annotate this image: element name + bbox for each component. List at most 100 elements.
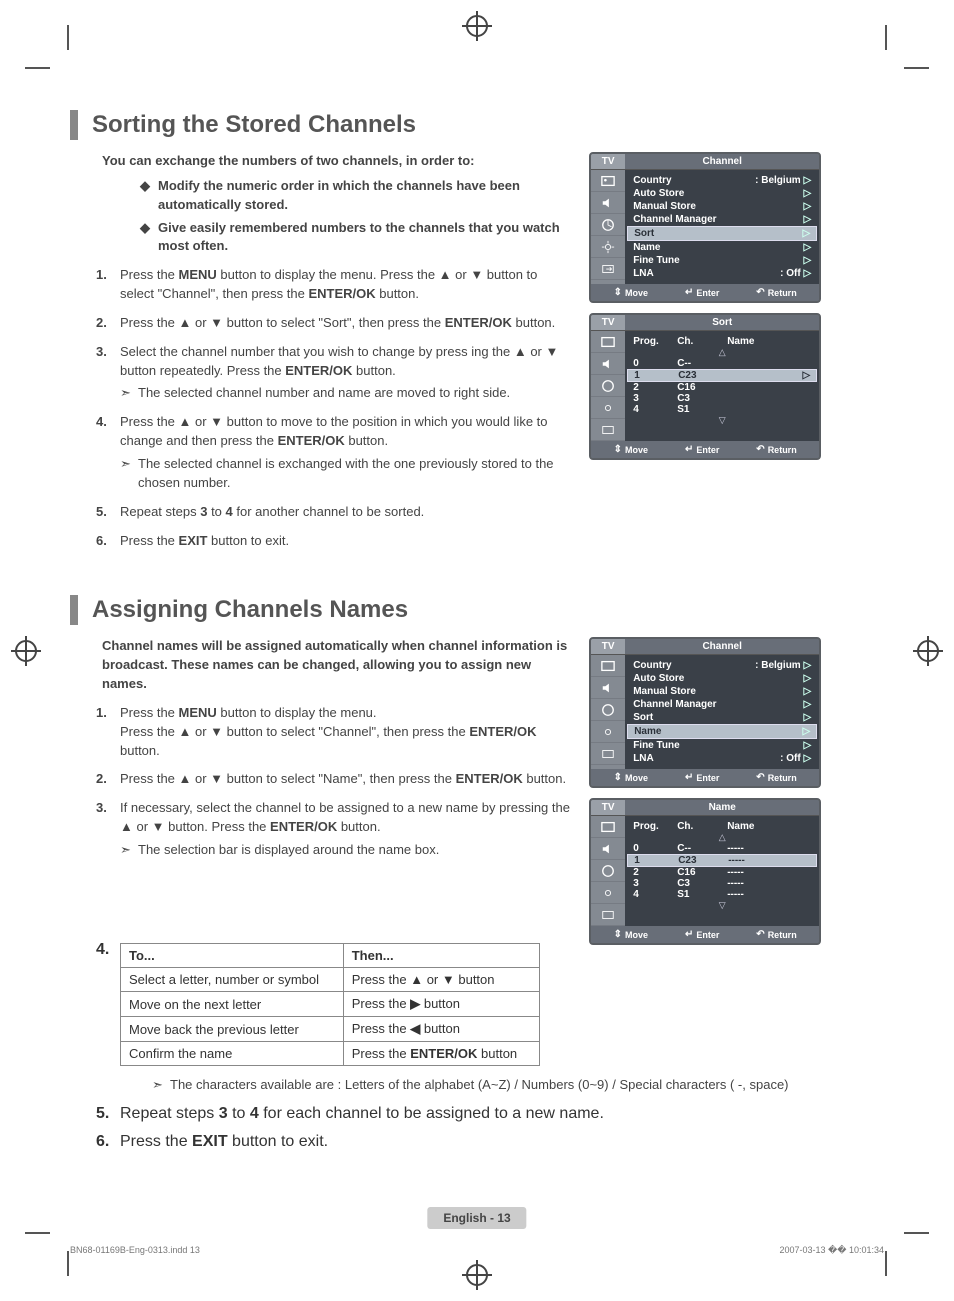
step-number: 4. [96,413,120,492]
scroll-up-icon: △ [631,347,813,358]
move-icon: ⇕ [614,444,622,455]
osd-title: Sort [625,315,819,331]
sub-marker: ➣ [120,455,138,493]
step-number: 5. [96,503,120,522]
bullet-list: Modify the numeric order in which the ch… [140,177,571,256]
osd-title: Channel [625,154,819,170]
enter-icon: ↵ [685,929,693,940]
input-icon [591,904,625,926]
move-icon: ⇕ [614,287,622,298]
step-4: 4. Press the ▲ or ▼ button to move to th… [96,413,571,492]
input-icon [591,743,625,765]
channel-icon [591,375,625,397]
action-table: To...Then... Select a letter, number or … [120,943,540,1066]
intro-text: You can exchange the numbers of two chan… [102,152,571,171]
channel-icon [591,860,625,882]
scroll-up-icon: △ [631,832,813,843]
sound-icon [591,677,625,699]
enter-icon: ↵ [685,287,693,298]
move-icon: ⇕ [614,772,622,783]
step-6: 6. Press the EXIT button to exit. [96,1133,884,1151]
osd-tv-label: TV [591,639,625,655]
osd-footer: ⇕Move ↵Enter ↶Return [591,441,819,458]
sound-icon [591,838,625,860]
osd-footer: ⇕Move ↵Enter ↶Return [591,926,819,943]
step-number: 2. [96,770,120,789]
channel-icon [591,699,625,721]
osd-icon-strip [591,816,625,926]
step-3: 3. Select the channel number that you wi… [96,343,571,404]
step-4: 4. To...Then... Select a letter, number … [96,941,884,1066]
page-number: English - 13 [427,1207,526,1229]
step-number: 3. [96,343,120,404]
sound-icon [591,353,625,375]
step-6: 6. Press the EXIT button to exit. [96,532,571,551]
input-icon [591,258,625,280]
osd-icon-strip [591,655,625,769]
osd-channel-menu-sort: TV Channel Country: Belgium ▷ Auto Store… [589,152,821,303]
step-number: 1. [96,704,120,761]
osd-tv-label: TV [591,154,625,170]
osd-channel-menu-name: TV Channel Country: Belgium ▷ Auto Store… [589,637,821,788]
step-number: 4. [96,941,120,1066]
step-number: 6. [96,1133,120,1151]
osd-selected-row: Sort▷ [627,226,817,241]
step-1: 1. Press the MENU button to display the … [96,704,571,761]
osd-name-list: TV Name Prog.Ch.Name △ 0C------- 1C23---… [589,798,821,945]
section-heading-sorting: Sorting the Stored Channels [70,110,884,140]
picture-icon [591,816,625,838]
picture-icon [591,331,625,353]
bullet-item: Modify the numeric order in which the ch… [140,177,571,215]
footer-timestamp: 2007-03-13 �� 10:01:34 [779,1245,884,1256]
table-cell: Press the ◀ button [343,1017,539,1042]
osd-footer: ⇕Move ↵Enter ↶Return [591,284,819,301]
table-cell: Press the ENTER/OK button [343,1042,539,1066]
heading-bar [70,595,78,625]
osd-selected-row: 1C23----- [627,854,817,867]
input-icon [591,419,625,441]
bullet-item: Give easily remembered numbers to the ch… [140,219,571,257]
setup-icon [591,397,625,419]
step-2: 2. Press the ▲ or ▼ button to select "Na… [96,770,571,789]
table-header-to: To... [121,944,344,968]
step-2: 2. Press the ▲ or ▼ button to select "So… [96,314,571,333]
return-icon: ↶ [756,444,764,455]
osd-title: Name [625,800,819,816]
step-number: 5. [96,1105,120,1123]
step-1: 1. Press the MENU button to display the … [96,266,571,304]
osd-sort-list: TV Sort Prog.Ch.Name △ 0C-- 1C23▷ 2C16 3… [589,313,821,460]
table-cell: Confirm the name [121,1042,344,1066]
move-icon: ⇕ [614,929,622,940]
enter-icon: ↵ [685,444,693,455]
picture-icon [591,170,625,192]
osd-selected-row: Name▷ [627,724,817,739]
intro-text: Channel names will be assigned automatic… [102,637,571,694]
section-heading-assigning: Assigning Channels Names [70,595,884,625]
enter-icon: ↵ [685,772,693,783]
step-number: 2. [96,314,120,333]
step-number: 3. [96,799,120,860]
osd-selected-row: 1C23▷ [627,369,817,382]
scroll-down-icon: ▽ [631,415,813,426]
heading-text: Assigning Channels Names [92,596,408,624]
osd-icon-strip [591,331,625,441]
step-3: 3. If necessary, select the channel to b… [96,799,571,860]
heading-text: Sorting the Stored Channels [92,111,416,139]
table-cell: Press the ▶ button [343,992,539,1017]
sub-marker: ➣ [120,384,138,403]
table-header-then: Then... [343,944,539,968]
return-icon: ↶ [756,287,764,298]
osd-tv-label: TV [591,315,625,331]
heading-bar [70,110,78,140]
setup-icon [591,721,625,743]
scroll-down-icon: ▽ [631,900,813,911]
sub-marker: ➣ [120,841,138,860]
osd-footer: ⇕Move ↵Enter ↶Return [591,769,819,786]
osd-title: Channel [625,639,819,655]
picture-icon [591,655,625,677]
step-5: 5. Repeat steps 3 to 4 for each channel … [96,1105,884,1123]
table-cell: Move on the next letter [121,992,344,1017]
table-cell: Select a letter, number or symbol [121,968,344,992]
osd-tv-label: TV [591,800,625,816]
osd-icon-strip [591,170,625,284]
